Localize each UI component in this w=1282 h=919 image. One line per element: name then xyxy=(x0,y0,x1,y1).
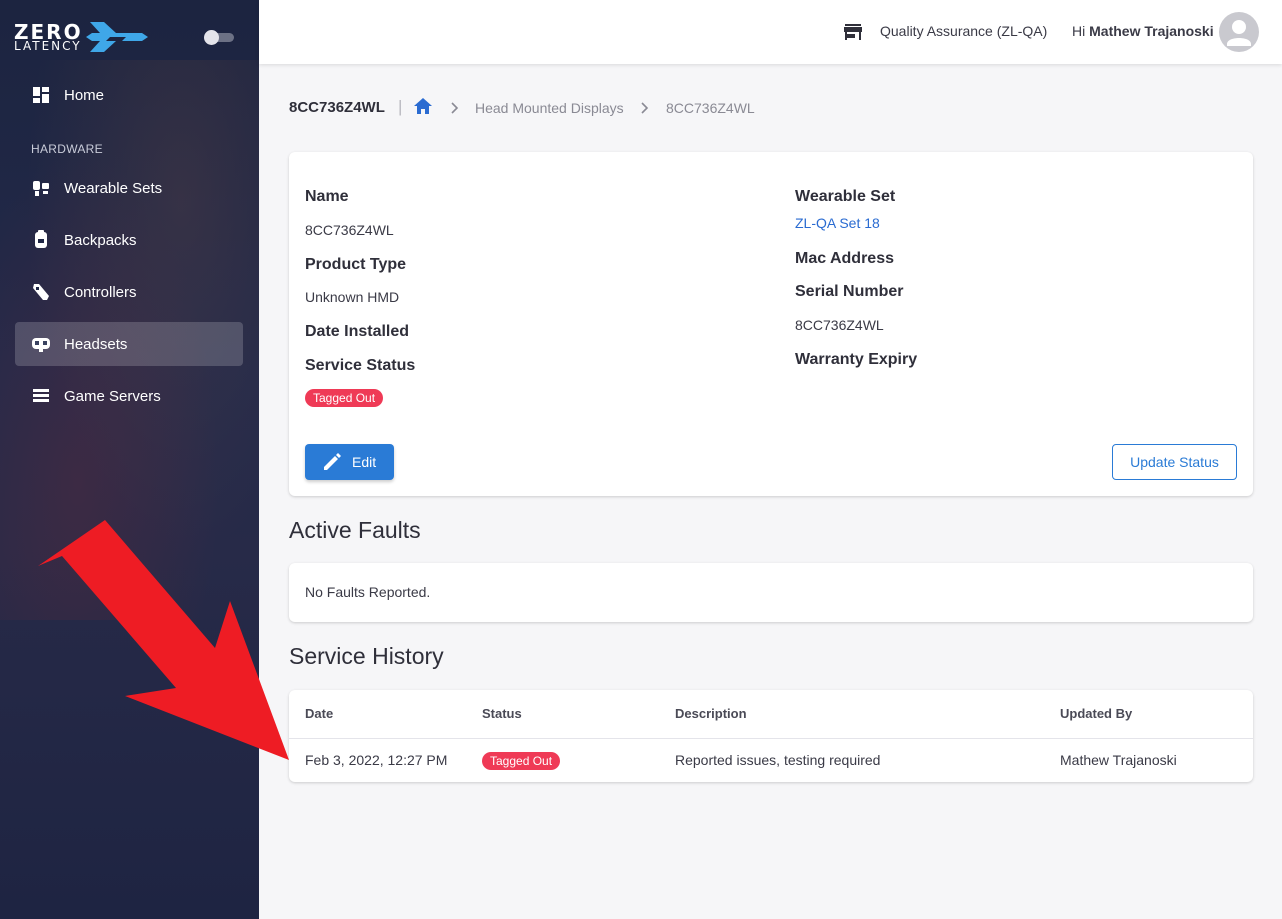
product-type-label: Product Type xyxy=(305,256,407,273)
page-title: 8CC736Z4WL xyxy=(289,99,385,116)
zero-latency-logo[interactable]: ZERO LATENCY xyxy=(14,20,148,56)
edit-button-label: Edit xyxy=(352,454,377,470)
row-updated-by: Mathew Trajanoski xyxy=(1060,752,1177,768)
update-status-label: Update Status xyxy=(1130,454,1219,470)
service-history-table: Date Status Description Updated By Feb 3… xyxy=(289,690,1253,782)
user-greeting: Hi Mathew Trajanoski xyxy=(1072,23,1214,39)
breadcrumb-head-mounted-displays[interactable]: Head Mounted Displays xyxy=(475,100,624,116)
site-selector[interactable]: Quality Assurance (ZL-QA) xyxy=(880,23,1047,39)
column-header-description[interactable]: Description xyxy=(675,706,747,721)
headset-details-card: Name 8CC736Z4WL Product Type Unknown HMD… xyxy=(289,152,1253,496)
sidebar-item-label: Controllers xyxy=(64,283,137,301)
column-header-updated-by[interactable]: Updated By xyxy=(1060,706,1132,721)
sidebar-item-headsets[interactable]: Headsets xyxy=(15,322,243,366)
wearable-set-link[interactable]: ZL-QA Set 18 xyxy=(795,215,880,231)
mac-address-label: Mac Address xyxy=(795,250,894,267)
wearable-icon xyxy=(31,178,51,198)
headset-icon xyxy=(31,334,51,354)
plane-logo-icon xyxy=(86,22,148,52)
edit-button[interactable]: Edit xyxy=(305,444,394,480)
backpack-icon xyxy=(31,230,51,250)
sidebar-item-label: Headsets xyxy=(64,335,128,353)
serial-number-label: Serial Number xyxy=(795,283,904,300)
row-date: Feb 3, 2022, 12:27 PM xyxy=(305,752,448,768)
controller-icon xyxy=(31,282,51,302)
sidebar-item-home[interactable]: Home xyxy=(15,73,243,117)
sidebar-item-label: Game Servers xyxy=(64,387,161,405)
top-bar: Quality Assurance (ZL-QA) Hi Mathew Traj… xyxy=(259,0,1282,64)
active-faults-card: No Faults Reported. xyxy=(289,563,1253,622)
column-header-status[interactable]: Status xyxy=(482,706,522,721)
greeting-text: Hi xyxy=(1072,23,1086,39)
dashboard-icon xyxy=(31,85,51,105)
sidebar-item-wearable-sets[interactable]: Wearable Sets xyxy=(15,166,243,210)
sidebar-item-game-servers[interactable]: Game Servers xyxy=(15,374,243,418)
product-type-value: Unknown HMD xyxy=(305,289,400,305)
sidebar: ZERO LATENCY Home HARDWARE Wearable Sets… xyxy=(0,0,259,919)
sidebar-item-label: Backpacks xyxy=(64,231,137,249)
user-avatar-icon xyxy=(1227,20,1251,46)
avatar[interactable] xyxy=(1219,12,1259,52)
home-icon[interactable] xyxy=(413,96,433,116)
serial-number-value: 8CC736Z4WL xyxy=(795,317,884,333)
breadcrumb-divider: | xyxy=(398,97,403,116)
service-history-heading: Service History xyxy=(289,643,444,669)
name-value: 8CC736Z4WL xyxy=(305,222,394,238)
chevron-right-icon xyxy=(451,102,459,114)
theme-toggle[interactable] xyxy=(204,30,234,45)
row-description: Reported issues, testing required xyxy=(675,752,881,768)
breadcrumb-current: 8CC736Z4WL xyxy=(666,100,755,116)
chevron-right-icon xyxy=(641,102,649,114)
column-header-date[interactable]: Date xyxy=(305,706,333,721)
service-status-label: Service Status xyxy=(305,357,416,374)
status-badge: Tagged Out xyxy=(305,389,384,407)
server-icon xyxy=(31,386,51,406)
sidebar-item-label: Home xyxy=(64,86,105,104)
date-installed-label: Date Installed xyxy=(305,323,410,340)
logo-text-latency: LATENCY xyxy=(14,39,82,53)
name-label: Name xyxy=(305,188,349,205)
sidebar-item-backpacks[interactable]: Backpacks xyxy=(15,218,243,262)
no-faults-text: No Faults Reported. xyxy=(305,584,431,600)
sidebar-item-controllers[interactable]: Controllers xyxy=(15,270,243,314)
sidebar-item-label: Wearable Sets xyxy=(64,179,163,197)
update-status-button[interactable]: Update Status xyxy=(1112,444,1237,480)
store-icon[interactable] xyxy=(843,22,863,42)
status-badge: Tagged Out xyxy=(482,752,561,770)
user-name: Mathew Trajanoski xyxy=(1089,23,1214,39)
table-header-divider xyxy=(289,738,1253,739)
active-faults-heading: Active Faults xyxy=(289,517,421,543)
hardware-section-heading: HARDWARE xyxy=(31,142,103,156)
warranty-expiry-label: Warranty Expiry xyxy=(795,351,918,368)
toggle-knob xyxy=(204,30,219,45)
wearable-set-label: Wearable Set xyxy=(795,188,896,205)
pencil-icon xyxy=(324,453,341,470)
